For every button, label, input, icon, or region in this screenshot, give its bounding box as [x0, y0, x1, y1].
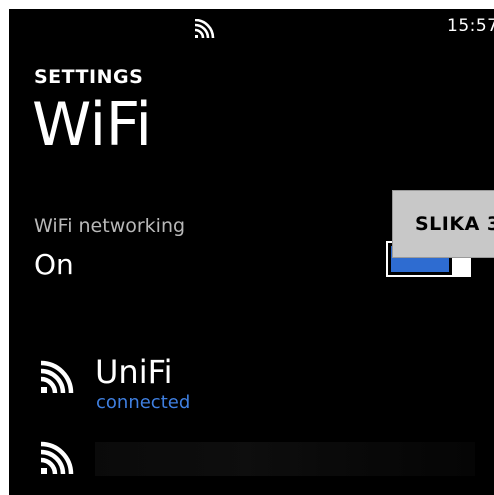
wifi-signal-icon [40, 360, 74, 394]
section-title: SETTINGS [34, 66, 144, 88]
network-status: connected [96, 392, 191, 413]
caption-overlay-text: SLIKA 3 [415, 213, 494, 235]
network-name: UniFi [95, 353, 173, 391]
status-time: 15:57 [447, 16, 494, 36]
wifi-signal-icon [40, 441, 74, 475]
wifi-networking-label: WiFi networking [34, 215, 186, 237]
caption-overlay: SLIKA 3 [392, 190, 494, 258]
network-item-unifi[interactable]: UniFi connected [9, 347, 494, 427]
wifi-signal-icon [194, 19, 215, 39]
obscured-network-name [95, 442, 475, 476]
page-title: WiFi [32, 90, 152, 160]
phone-screen: 15:57 SETTINGS WiFi WiFi networking On S… [9, 9, 494, 495]
wifi-networking-value: On [34, 248, 74, 281]
